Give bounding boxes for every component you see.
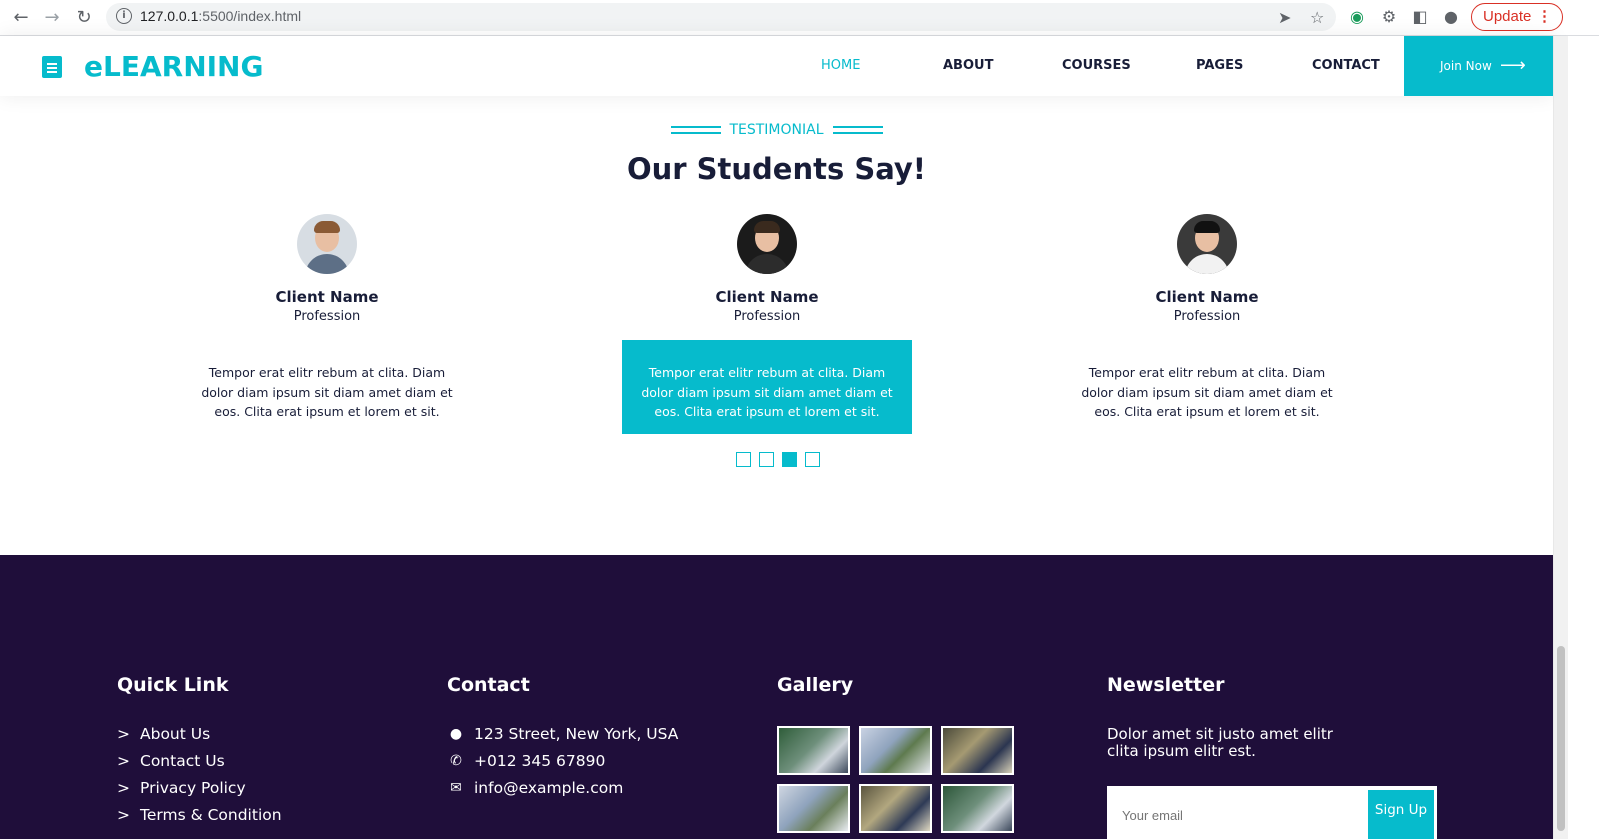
carousel-dots <box>736 452 820 467</box>
carousel-dot-1[interactable] <box>736 452 751 467</box>
contact-phone: ✆ +012 345 67890 <box>447 752 605 770</box>
nav-pages[interactable]: PAGES <box>1196 58 1243 73</box>
contact-address: ● 123 Street, New York, USA <box>447 725 678 743</box>
chevron-right-icon: > <box>117 725 130 743</box>
address-bar[interactable]: i 127.0.0.1:5500/index.html ➤ ☆ <box>106 3 1336 31</box>
gallery-image[interactable] <box>859 726 932 775</box>
footer-link-label: Terms & Condition <box>140 806 282 824</box>
client-profession: Profession <box>1173 309 1241 324</box>
update-label: Update <box>1483 8 1532 25</box>
book-icon <box>40 54 64 80</box>
site-navbar: eLEARNING HOME ABOUT COURSES PAGES CONTA… <box>0 36 1554 96</box>
contact-address-text: 123 Street, New York, USA <box>474 725 679 743</box>
gallery-image[interactable] <box>777 784 850 833</box>
envelope-icon: ✉ <box>450 780 462 796</box>
carousel-dot-2[interactable] <box>759 452 774 467</box>
side-panel-icon[interactable]: ◧ <box>1410 7 1430 27</box>
gallery-image[interactable] <box>859 784 932 833</box>
gallery-image[interactable] <box>777 726 850 775</box>
footer-link-label: Contact Us <box>140 752 225 770</box>
contact-email-text: info@example.com <box>474 779 624 797</box>
section-tag: TESTIMONIAL <box>729 122 824 138</box>
footer-link-contact[interactable]: > Contact Us <box>117 752 225 770</box>
extensions-icon[interactable]: ⚙ <box>1379 7 1399 27</box>
newsletter-text: Dolor amet sit justo amet elitr clita ip… <box>1107 725 1333 760</box>
profile-icon[interactable]: ● <box>1441 7 1461 27</box>
url-host: 127.0.0.1 <box>140 8 199 24</box>
carousel-dot-4[interactable] <box>805 452 820 467</box>
footer-link-label: Privacy Policy <box>140 779 246 797</box>
scrollbar-thumb[interactable] <box>1557 646 1565 831</box>
site-info-icon[interactable]: i <box>116 8 132 24</box>
testimonial-card: Client Name Profession Tempor erat elitr… <box>1062 214 1352 434</box>
nav-about[interactable]: ABOUT <box>943 58 993 73</box>
forward-icon[interactable]: → <box>42 8 62 28</box>
url-path: :5500/index.html <box>198 8 302 24</box>
page-scrollbar[interactable] <box>1553 36 1568 839</box>
client-name: Client Name <box>1155 288 1259 306</box>
browser-toolbar: ← → ↻ i 127.0.0.1:5500/index.html ➤ ☆ ◉ … <box>0 0 1599 36</box>
send-icon[interactable]: ➤ <box>1278 8 1291 27</box>
window-edge <box>1568 36 1599 839</box>
nav-contact[interactable]: CONTACT <box>1312 58 1380 73</box>
gallery-image[interactable] <box>941 784 1014 833</box>
back-icon[interactable]: ← <box>11 8 31 28</box>
avatar <box>297 214 357 274</box>
contact-email: ✉ info@example.com <box>447 779 623 797</box>
sign-up-button[interactable]: Sign Up <box>1368 790 1434 839</box>
client-name: Client Name <box>715 288 819 306</box>
arrow-right-icon: ⟶ <box>1500 55 1526 76</box>
nav-courses[interactable]: COURSES <box>1062 58 1131 73</box>
testimonial-text: Tempor erat elitr rebum at clita. Diam d… <box>622 340 912 434</box>
join-now-label: Join Now <box>1440 59 1492 73</box>
newsletter-form: Sign Up <box>1107 786 1437 839</box>
footer-link-about[interactable]: > About Us <box>117 725 210 743</box>
footer-link-label: About Us <box>140 725 211 743</box>
update-button[interactable]: Update ⋮ <box>1471 3 1563 31</box>
map-marker-icon: ● <box>449 726 463 742</box>
phone-icon: ✆ <box>450 753 462 769</box>
contact-title: Contact <box>447 674 530 696</box>
join-now-button[interactable]: Join Now ⟶ <box>1404 36 1554 96</box>
footer-link-terms[interactable]: > Terms & Condition <box>117 806 282 824</box>
newsletter-title: Newsletter <box>1107 674 1225 696</box>
brand-link[interactable]: eLEARNING <box>40 50 263 83</box>
contact-phone-text: +012 345 67890 <box>474 752 606 770</box>
testimonial-card: Client Name Profession Tempor erat elitr… <box>622 214 912 434</box>
testimonial-text: Tempor erat elitr rebum at clita. Diam d… <box>201 365 453 419</box>
gallery-title: Gallery <box>777 674 854 696</box>
chevron-right-icon: > <box>117 752 130 770</box>
grammarly-icon[interactable]: ◉ <box>1347 7 1367 27</box>
url-text: 127.0.0.1:5500/index.html <box>140 8 301 24</box>
testimonial-card: Client Name Profession Tempor erat elitr… <box>182 214 472 434</box>
section-title: Our Students Say! <box>626 152 927 186</box>
brand-name: eLEARNING <box>84 50 264 83</box>
client-name: Client Name <box>275 288 379 306</box>
avatar <box>737 214 797 274</box>
avatar <box>1177 214 1237 274</box>
chevron-right-icon: > <box>117 806 130 824</box>
email-input[interactable] <box>1107 786 1365 839</box>
client-profession: Profession <box>293 309 361 324</box>
footer-link-privacy[interactable]: > Privacy Policy <box>117 779 246 797</box>
quick-link-title: Quick Link <box>117 674 229 696</box>
gallery-image[interactable] <box>941 726 1014 775</box>
client-profession: Profession <box>733 309 801 324</box>
nav-home[interactable]: HOME <box>821 58 860 73</box>
chevron-right-icon: > <box>117 779 130 797</box>
tag-decoration-right <box>833 126 883 134</box>
testimonial-text: Tempor erat elitr rebum at clita. Diam d… <box>1081 365 1333 419</box>
star-icon[interactable]: ☆ <box>1310 8 1324 27</box>
carousel-dot-3[interactable] <box>782 452 797 467</box>
reload-icon[interactable]: ↻ <box>74 8 94 28</box>
menu-dots-icon[interactable]: ⋮ <box>1537 4 1552 30</box>
